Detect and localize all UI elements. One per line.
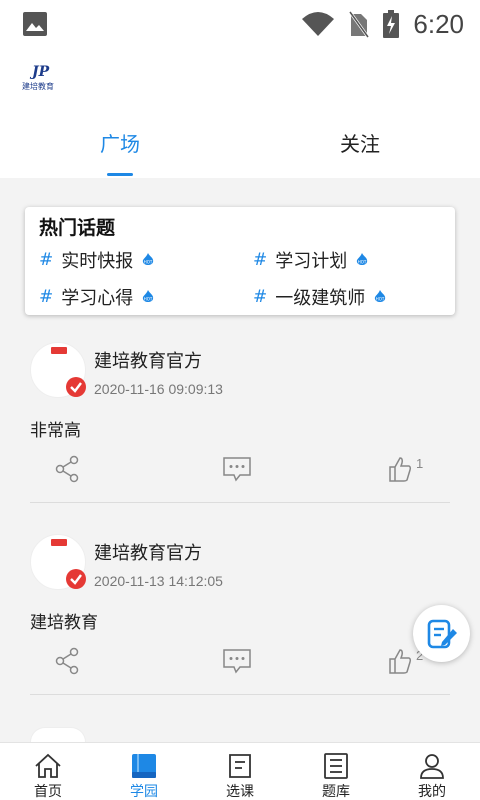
hot-flame-icon: HOT: [143, 290, 154, 302]
post-author[interactable]: 建培教育官方: [94, 539, 202, 565]
post-card: 建培教育官方 2020-11-16 09:09:13 非常高 1: [0, 330, 480, 505]
hash-icon: #: [253, 250, 268, 270]
tab-follow[interactable]: 关注: [240, 126, 480, 178]
post-divider: [30, 694, 450, 695]
hash-icon: #: [39, 287, 54, 307]
svg-text:HOT: HOT: [376, 297, 385, 302]
image-notification-icon: [23, 12, 47, 36]
hot-flame-icon: HOT: [357, 253, 368, 265]
topic-label: 实时快报: [61, 251, 134, 272]
active-tab-indicator: [107, 173, 133, 176]
header: JP 建培教育 广场 关注: [0, 48, 480, 178]
topic-label: 一级建筑师: [275, 288, 366, 309]
nav-label: 选课: [226, 784, 254, 800]
logo-mark: JP: [32, 64, 50, 80]
app-logo: JP 建培教育: [22, 64, 62, 96]
like-count: 1: [416, 456, 424, 471]
verified-icon: [66, 377, 86, 397]
nav-label: 首页: [34, 784, 62, 800]
post-divider: [30, 502, 450, 503]
hot-topics-title: 热门话题: [39, 217, 116, 239]
wifi-icon: [302, 12, 335, 36]
edit-note-icon: [427, 619, 457, 648]
verified-icon: [66, 569, 86, 589]
nav-label: 学园: [130, 784, 158, 800]
svg-text:HOT: HOT: [144, 260, 153, 265]
topic-label: 学习计划: [275, 251, 348, 272]
topic-item-architect[interactable]: # 一级建筑师 HOT: [253, 284, 387, 310]
nav-campus[interactable]: 学园: [96, 743, 192, 800]
hot-flame-icon: HOT: [143, 253, 154, 265]
status-time: 6:20: [413, 8, 464, 39]
hot-topics-card: 热门话题 # 实时快报 HOT # 学习计划 HOT # 学习心得 HOT # …: [25, 207, 455, 315]
book-icon: [132, 754, 156, 778]
nav-course[interactable]: 选课: [192, 743, 288, 800]
status-bar: 6:20: [0, 0, 480, 48]
comment-icon[interactable]: [222, 646, 252, 676]
hash-icon: #: [39, 250, 54, 270]
comment-icon[interactable]: [222, 454, 252, 484]
tab-bar: 广场 关注: [0, 126, 480, 178]
nav-label: 题库: [322, 784, 350, 800]
user-icon: [420, 754, 444, 779]
like-icon[interactable]: [388, 454, 412, 484]
tab-square[interactable]: 广场: [0, 126, 240, 178]
hot-flame-icon: HOT: [375, 290, 386, 302]
topic-item-study-notes[interactable]: # 学习心得 HOT: [39, 284, 155, 310]
post-card: 建培教育官方 2020-11-13 14:12:05 建培教育 2: [0, 522, 480, 697]
avatar-tag: [51, 539, 67, 546]
nav-question-bank[interactable]: 题库: [288, 743, 384, 800]
post-actions: 2: [0, 646, 480, 680]
no-sim-icon: [349, 11, 370, 38]
svg-text:HOT: HOT: [358, 260, 367, 265]
write-post-button[interactable]: [413, 605, 470, 662]
avatar-partial: [30, 727, 86, 742]
topic-item-realtime[interactable]: # 实时快报 HOT: [39, 247, 155, 273]
post-content[interactable]: 建培教育: [30, 608, 98, 633]
topic-label: 学习心得: [61, 288, 134, 309]
post-content[interactable]: 非常高: [30, 416, 81, 441]
share-icon[interactable]: [55, 646, 79, 676]
logo-text: 建培教育: [22, 82, 54, 91]
list-icon: [324, 753, 348, 779]
battery-charging-icon: [383, 10, 400, 38]
topic-item-study-plan[interactable]: # 学习计划 HOT: [253, 247, 369, 273]
nav-me[interactable]: 我的: [384, 743, 480, 800]
avatar-tag: [51, 347, 67, 354]
post-actions: 1: [0, 454, 480, 488]
nav-home[interactable]: 首页: [0, 743, 96, 800]
like-icon[interactable]: [388, 646, 412, 676]
post-author[interactable]: 建培教育官方: [94, 347, 202, 373]
post-date: 2020-11-13 14:12:05: [94, 573, 223, 589]
share-icon[interactable]: [55, 454, 79, 484]
svg-text:HOT: HOT: [144, 297, 153, 302]
nav-label: 我的: [418, 784, 446, 800]
bottom-nav: 首页 学园 选课 题库 我的: [0, 742, 480, 800]
home-icon: [35, 753, 61, 778]
course-icon: [229, 754, 251, 778]
hash-icon: #: [253, 287, 268, 307]
post-date: 2020-11-16 09:09:13: [94, 381, 223, 397]
